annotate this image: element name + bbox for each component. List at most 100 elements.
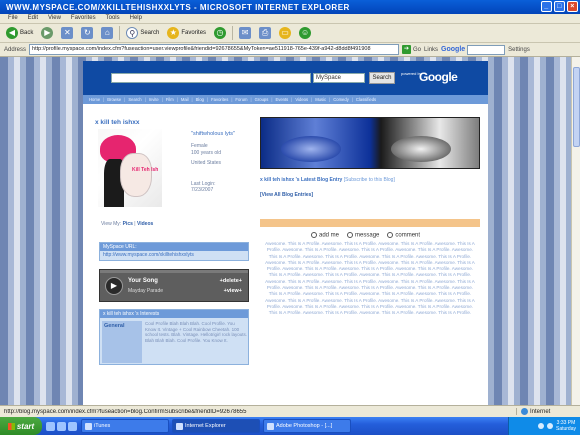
mail-button[interactable]: ✉: [237, 26, 253, 41]
status-url: http://blog.myspace.com/index.cfm?fuseac…: [4, 408, 247, 415]
clock[interactable]: 3:33 PM Saturday: [556, 420, 576, 432]
play-icon[interactable]: ▶: [105, 277, 123, 295]
message-link[interactable]: message: [347, 232, 379, 239]
videos-link[interactable]: Videos: [137, 221, 153, 227]
menu-edit[interactable]: Edit: [28, 15, 38, 22]
links-label[interactable]: Links: [424, 47, 438, 53]
minimize-icon[interactable]: _: [541, 1, 552, 12]
myspace-search-input[interactable]: [111, 73, 311, 83]
desktop-quicklaunch-icon[interactable]: [57, 421, 66, 431]
system-tray: 3:33 PM Saturday: [508, 417, 580, 435]
address-label: Address: [4, 46, 27, 53]
refresh-icon: ↻: [81, 27, 94, 39]
menu-bar: File Edit View Favorites Tools Help: [0, 14, 580, 24]
close-icon[interactable]: ×: [567, 1, 578, 12]
nav-classifieds[interactable]: Classifieds: [356, 97, 376, 102]
nav-browse[interactable]: Browse: [107, 97, 121, 102]
view-my-label: View My:: [101, 221, 122, 227]
print-icon: ⎙: [259, 27, 272, 39]
menu-favorites[interactable]: Favorites: [71, 15, 96, 22]
address-bar: Address http://profile.myspace.com/index…: [0, 43, 580, 57]
ie-quicklaunch-icon[interactable]: [46, 421, 55, 431]
messenger-button[interactable]: ☺: [297, 26, 313, 41]
star-icon: ★: [167, 27, 180, 39]
go-button[interactable]: ➔ Go: [402, 45, 421, 54]
google-logo: Google: [419, 70, 458, 84]
home-icon: ⌂: [101, 27, 114, 39]
player-view-button[interactable]: +view+: [224, 288, 242, 294]
google-search-input[interactable]: [467, 44, 506, 55]
toolbar: ◀ Back ▶ ✕ ↻ ⌂ ⚲ Search ★ Favorites ◷ ✉ …: [0, 24, 580, 43]
music-player: ▶ Your Song Mayday Parade +delete+ +view…: [99, 269, 249, 302]
avatar[interactable]: Kill Teh Ish: [98, 129, 162, 207]
forward-button[interactable]: ▶: [39, 26, 55, 41]
clock-day: Saturday: [555, 426, 576, 432]
home-button[interactable]: ⌂: [99, 26, 115, 41]
taskbar-item-ie[interactable]: Internet Explorer: [172, 419, 260, 433]
nav-film[interactable]: Film: [166, 97, 174, 102]
view-all-blog-link[interactable]: [View All Blog Entries]: [260, 192, 313, 198]
myspace-search-select[interactable]: MySpace: [313, 73, 365, 83]
nav-favorites[interactable]: Favorites: [211, 97, 228, 102]
messenger-icon: ☺: [299, 27, 312, 39]
nav-invite[interactable]: Invite: [149, 97, 159, 102]
volume-icon[interactable]: [537, 423, 544, 429]
window-title-bar: WWW.MYSPACE.COM/XKILLTEHISHXXLYTS - MICR…: [0, 0, 580, 14]
ie-icon: [176, 422, 183, 430]
favorites-label: Favorites: [181, 30, 207, 36]
nav-search[interactable]: Search: [128, 97, 141, 102]
comment-link[interactable]: comment: [387, 232, 420, 239]
nav-music[interactable]: Music: [315, 97, 326, 102]
subscribe-link[interactable]: [Subscribe to this Blog]: [344, 177, 395, 183]
favorites-button[interactable]: ★ Favorites: [165, 26, 208, 41]
maximize-icon[interactable]: □: [554, 1, 565, 12]
back-button[interactable]: ◀ Back: [4, 26, 35, 41]
window-controls: _ □ ×: [541, 1, 578, 12]
nav-comedy[interactable]: Comedy: [333, 97, 349, 102]
browser-viewport: MySpace Search powered by Google Home | B…: [0, 57, 580, 405]
vertical-scrollbar[interactable]: [571, 57, 580, 405]
menu-view[interactable]: View: [48, 15, 61, 22]
turntable-blue: [281, 136, 341, 162]
folder-button[interactable]: ▭: [277, 26, 293, 41]
mail-icon: ✉: [239, 27, 252, 39]
search-button[interactable]: ⚲ Search: [124, 26, 161, 41]
pics-link[interactable]: Pics: [123, 221, 133, 227]
search-label: Search: [140, 30, 160, 36]
refresh-button[interactable]: ↻: [79, 26, 95, 41]
taskbar-item-itunes[interactable]: iTunes: [81, 419, 169, 433]
nav-mail[interactable]: Mail: [181, 97, 189, 102]
comment-icon: [387, 232, 394, 238]
nav-forum[interactable]: Forum: [235, 97, 247, 102]
itunes-icon: [85, 422, 92, 430]
scrollbar-thumb[interactable]: [573, 67, 580, 147]
settings-button[interactable]: Settings: [508, 47, 530, 53]
menu-file[interactable]: File: [8, 15, 18, 22]
myspace-header: MySpace Search powered by Google: [83, 61, 488, 95]
network-icon[interactable]: [546, 423, 553, 429]
add-me-link[interactable]: add me: [311, 232, 339, 239]
history-button[interactable]: ◷: [212, 26, 228, 41]
start-button[interactable]: start: [0, 417, 42, 435]
interests-general-label: General: [102, 321, 142, 363]
print-button[interactable]: ⎙: [257, 26, 273, 41]
media-quicklaunch-icon[interactable]: [68, 421, 77, 431]
nav-home[interactable]: Home: [89, 97, 100, 102]
nav-events[interactable]: Events: [275, 97, 288, 102]
nav-groups[interactable]: Groups: [255, 97, 269, 102]
photoshop-icon: [267, 422, 274, 430]
stop-button[interactable]: ✕: [59, 26, 75, 41]
address-input[interactable]: http://profile.myspace.com/index.cfm?fus…: [29, 44, 400, 55]
menu-tools[interactable]: Tools: [106, 15, 120, 22]
nav-blog[interactable]: Blog: [196, 97, 204, 102]
url-box-value[interactable]: http://www.myspace.com/xkilltehishxxlyts: [100, 251, 248, 259]
google-toolbar: Google: [441, 44, 506, 55]
back-label: Back: [20, 30, 34, 36]
profile-quote: "shiftwholous lyts": [191, 131, 235, 137]
menu-help[interactable]: Help: [130, 15, 142, 22]
myspace-search-button[interactable]: Search: [369, 72, 395, 84]
nav-videos[interactable]: Videos: [295, 97, 308, 102]
player-delete-button[interactable]: +delete+: [220, 278, 242, 284]
taskbar-item-photoshop[interactable]: Adobe Photoshop - [...]: [263, 419, 351, 433]
windows-flag-icon: [7, 422, 15, 430]
